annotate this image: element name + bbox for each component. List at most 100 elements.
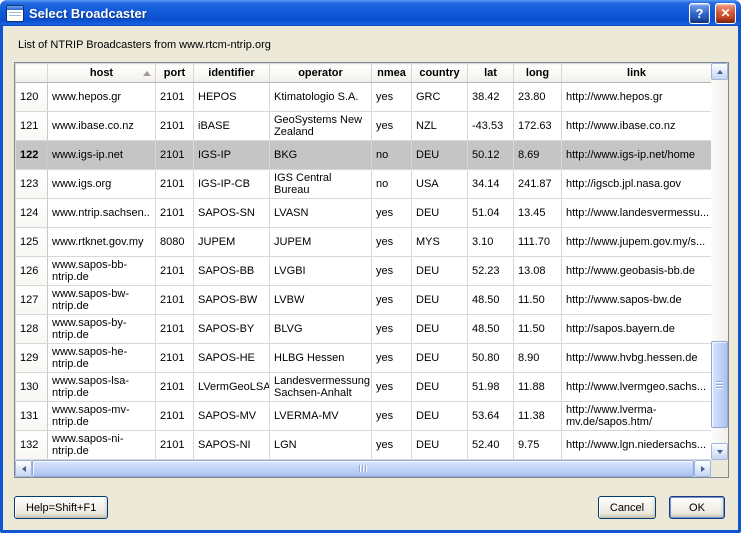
scroll-down-button[interactable] <box>711 443 728 460</box>
cell-identifier[interactable]: IGS-IP-CB <box>194 170 270 199</box>
cell-port[interactable]: 2101 <box>156 199 194 228</box>
cell-link[interactable]: http://www.jupem.gov.my/s... <box>562 228 712 257</box>
cell-identifier[interactable]: SAPOS-HE <box>194 344 270 373</box>
table-row[interactable]: 127www.sapos-bw-ntrip.de2101SAPOS-BWLVBW… <box>16 286 712 315</box>
cell-identifier[interactable]: SAPOS-MV <box>194 402 270 431</box>
cell-port[interactable]: 2101 <box>156 83 194 112</box>
cell-host[interactable]: www.sapos-he-ntrip.de <box>48 344 156 373</box>
cell-host[interactable]: www.igs-ip.net <box>48 141 156 170</box>
cell-long[interactable]: 241.87 <box>514 170 562 199</box>
row-number[interactable]: 128 <box>16 315 48 344</box>
header-country[interactable]: country <box>412 64 468 83</box>
cell-operator[interactable]: BKG <box>270 141 372 170</box>
cell-nmea[interactable]: yes <box>372 286 412 315</box>
cell-operator[interactable]: JUPEM <box>270 228 372 257</box>
cell-lat[interactable]: 50.80 <box>468 344 514 373</box>
cell-identifier[interactable]: SAPOS-BB <box>194 257 270 286</box>
cell-lat[interactable]: 3.10 <box>468 228 514 257</box>
close-button[interactable]: ✕ <box>715 3 736 24</box>
table-row[interactable]: 121www.ibase.co.nz2101iBASEGeoSystems Ne… <box>16 112 712 141</box>
cell-nmea[interactable]: yes <box>372 228 412 257</box>
cell-country[interactable]: GRC <box>412 83 468 112</box>
table-row[interactable]: 123www.igs.org2101IGS-IP-CBIGS Central B… <box>16 170 712 199</box>
cell-operator[interactable]: Landesvermessung Sachsen-Anhalt <box>270 373 372 402</box>
header-lat[interactable]: lat <box>468 64 514 83</box>
table-row[interactable]: 120www.hepos.gr2101HEPOSKtimatologio S.A… <box>16 83 712 112</box>
cell-long[interactable]: 111.70 <box>514 228 562 257</box>
cell-link[interactable]: http://www.sapos-bw.de <box>562 286 712 315</box>
cell-nmea[interactable]: no <box>372 141 412 170</box>
cell-identifier[interactable]: SAPOS-SN <box>194 199 270 228</box>
horizontal-scroll-thumb[interactable] <box>32 460 694 477</box>
cell-operator[interactable]: HLBG Hessen <box>270 344 372 373</box>
cell-identifier[interactable]: iBASE <box>194 112 270 141</box>
cell-host[interactable]: www.rtknet.gov.my <box>48 228 156 257</box>
vertical-scrollbar[interactable] <box>711 63 728 460</box>
cell-country[interactable]: MYS <box>412 228 468 257</box>
cell-lat[interactable]: 48.50 <box>468 286 514 315</box>
table-row[interactable]: 126www.sapos-bb-ntrip.de2101SAPOS-BBLVGB… <box>16 257 712 286</box>
cell-host[interactable]: www.sapos-bw-ntrip.de <box>48 286 156 315</box>
cell-nmea[interactable]: yes <box>372 199 412 228</box>
cell-lat[interactable]: 50.12 <box>468 141 514 170</box>
row-number[interactable]: 120 <box>16 83 48 112</box>
horizontal-scroll-track[interactable] <box>32 460 694 477</box>
cell-country[interactable]: DEU <box>412 402 468 431</box>
header-port[interactable]: port <box>156 64 194 83</box>
cell-lat[interactable]: 51.98 <box>468 373 514 402</box>
cell-long[interactable]: 11.50 <box>514 286 562 315</box>
cell-link[interactable]: http://www.hvbg.hessen.de <box>562 344 712 373</box>
cell-identifier[interactable]: SAPOS-BY <box>194 315 270 344</box>
cell-port[interactable]: 2101 <box>156 431 194 460</box>
table-row[interactable]: 131www.sapos-mv-ntrip.de2101SAPOS-MVLVER… <box>16 402 712 431</box>
help-shortcut-button[interactable]: Help=Shift+F1 <box>14 496 108 519</box>
cell-identifier[interactable]: HEPOS <box>194 83 270 112</box>
vertical-scroll-track[interactable] <box>711 80 728 443</box>
row-number[interactable]: 126 <box>16 257 48 286</box>
cell-link[interactable]: http://sapos.bayern.de <box>562 315 712 344</box>
table-row[interactable]: 122www.igs-ip.net2101IGS-IPBKGnoDEU50.12… <box>16 141 712 170</box>
table-row[interactable]: 125www.rtknet.gov.my8080JUPEMJUPEMyesMYS… <box>16 228 712 257</box>
cell-nmea[interactable]: yes <box>372 112 412 141</box>
cell-country[interactable]: DEU <box>412 257 468 286</box>
cell-port[interactable]: 2101 <box>156 373 194 402</box>
cancel-button[interactable]: Cancel <box>598 496 656 519</box>
cell-nmea[interactable]: yes <box>372 83 412 112</box>
cell-host[interactable]: www.hepos.gr <box>48 83 156 112</box>
cell-nmea[interactable]: no <box>372 170 412 199</box>
cell-long[interactable]: 8.69 <box>514 141 562 170</box>
header-host[interactable]: host <box>48 64 156 83</box>
cell-nmea[interactable]: yes <box>372 402 412 431</box>
cell-operator[interactable]: LGN <box>270 431 372 460</box>
header-identifier[interactable]: identifier <box>194 64 270 83</box>
cell-link[interactable]: http://www.lgn.niedersachs... <box>562 431 712 460</box>
cell-long[interactable]: 11.88 <box>514 373 562 402</box>
cell-lat[interactable]: 48.50 <box>468 315 514 344</box>
header-corner[interactable] <box>16 64 48 83</box>
cell-host[interactable]: www.sapos-by-ntrip.de <box>48 315 156 344</box>
cell-identifier[interactable]: LVermGeoLSA <box>194 373 270 402</box>
cell-operator[interactable]: BLVG <box>270 315 372 344</box>
cell-long[interactable]: 8.90 <box>514 344 562 373</box>
cell-link[interactable]: http://www.geobasis-bb.de <box>562 257 712 286</box>
row-number[interactable]: 130 <box>16 373 48 402</box>
cell-long[interactable]: 23.80 <box>514 83 562 112</box>
cell-link[interactable]: http://www.hepos.gr <box>562 83 712 112</box>
cell-long[interactable]: 13.08 <box>514 257 562 286</box>
titlebar-help-button[interactable]: ? <box>689 3 710 24</box>
cell-identifier[interactable]: SAPOS-BW <box>194 286 270 315</box>
cell-country[interactable]: DEU <box>412 373 468 402</box>
cell-lat[interactable]: -43.53 <box>468 112 514 141</box>
cell-host[interactable]: www.sapos-ni-ntrip.de <box>48 431 156 460</box>
cell-port[interactable]: 8080 <box>156 228 194 257</box>
cell-link[interactable]: http://www.landesvermessu... <box>562 199 712 228</box>
title-bar[interactable]: Select Broadcaster ? ✕ <box>0 0 741 26</box>
cell-identifier[interactable]: IGS-IP <box>194 141 270 170</box>
cell-port[interactable]: 2101 <box>156 315 194 344</box>
cell-port[interactable]: 2101 <box>156 402 194 431</box>
cell-link[interactable]: http://www.ibase.co.nz <box>562 112 712 141</box>
cell-nmea[interactable]: yes <box>372 315 412 344</box>
header-operator[interactable]: operator <box>270 64 372 83</box>
cell-country[interactable]: DEU <box>412 315 468 344</box>
row-number[interactable]: 125 <box>16 228 48 257</box>
